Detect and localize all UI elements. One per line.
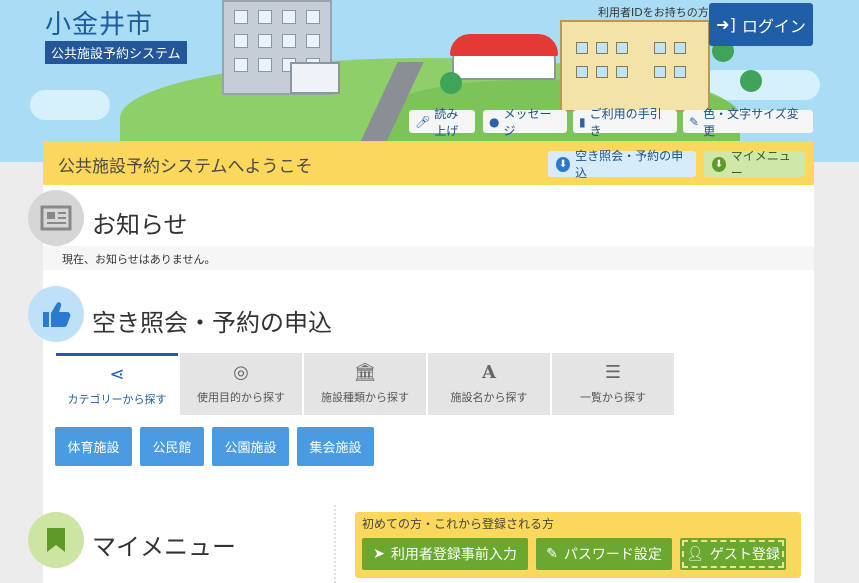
tab-facility-name[interactable]: A 施設名から探す xyxy=(428,353,550,415)
tab-facility-name-label: 施設名から探す xyxy=(450,391,528,404)
color-text-size-button[interactable]: ✎ 色・文字サイズ変更 xyxy=(683,107,813,138)
login-button[interactable]: ➜] ログイン xyxy=(709,3,813,46)
tab-facility-type-label: 施設種類から探す xyxy=(321,391,409,404)
sign-in-icon: ➜] xyxy=(716,15,736,34)
login-label: ログイン xyxy=(741,16,806,36)
search-tabs: ⋖ カテゴリーから探す ◎ 使用目的から探す 🏛︎ 施設種類から探す A 施設名… xyxy=(56,353,674,415)
pencil-icon: ✎ xyxy=(546,546,558,562)
welcome-title: 公共施設予約システムへようこそ xyxy=(58,157,313,177)
tab-purpose[interactable]: ◎ 使用目的から探す xyxy=(180,353,302,415)
guest-registration-button[interactable]: 👤︎ ゲスト登録 xyxy=(680,538,786,570)
password-setting-label: パスワード設定 xyxy=(563,547,662,563)
city-name[interactable]: 小金井市 xyxy=(45,4,153,41)
system-name: 公共施設予約システム xyxy=(45,41,187,64)
tab-category-label: カテゴリーから探す xyxy=(67,392,167,406)
message-button[interactable]: ● メッセージ xyxy=(483,107,567,138)
book-icon: ▮ xyxy=(579,114,586,129)
guide-button[interactable]: ▮ ご利用の手引き xyxy=(573,107,677,138)
mymenu-label: マイメニュー xyxy=(730,149,791,180)
pre-registration-label: 利用者登録事前入力 xyxy=(390,547,517,563)
newspaper-icon xyxy=(28,190,84,246)
guide-label: ご利用の手引き xyxy=(589,106,662,138)
paper-plane-icon: ➤ xyxy=(373,546,385,562)
guest-registration-label: ゲスト登録 xyxy=(709,547,780,563)
share-icon: ⋖ xyxy=(109,363,125,385)
tab-list[interactable]: ☰ 一覧から探す xyxy=(552,353,674,415)
arrow-down-circle-icon: ⬇ xyxy=(712,156,726,172)
microphone-icon: 🎤︎ xyxy=(415,114,431,129)
tab-list-label: 一覧から探す xyxy=(580,391,646,404)
vacancy-search-button[interactable]: ⬇ 空き照会・予約の申込 xyxy=(548,149,696,180)
user-icon: 👤︎ xyxy=(686,546,704,562)
list-icon: ☰ xyxy=(604,362,622,383)
message-label: メッセージ xyxy=(503,106,552,138)
read-aloud-button[interactable]: 🎤︎ 読み上げ xyxy=(409,107,475,138)
notice-message: 現在、お知らせはありません。 xyxy=(62,253,216,266)
arrow-down-circle-icon: ⬇ xyxy=(556,156,571,172)
password-setting-button[interactable]: ✎ パスワード設定 xyxy=(536,538,672,570)
notice-title: お知らせ xyxy=(92,211,188,239)
category-community-hall-button[interactable]: 公民館 xyxy=(140,427,204,466)
tab-purpose-label: 使用目的から探す xyxy=(197,391,285,404)
divider xyxy=(334,505,336,583)
id-holder-note: 利用者IDをお持ちの方 xyxy=(598,6,709,19)
tab-facility-type[interactable]: 🏛︎ 施設種類から探す xyxy=(304,353,426,415)
category-park-button[interactable]: 公園施設 xyxy=(212,427,289,466)
chat-bubble-icon: ● xyxy=(489,114,500,129)
thumbs-up-icon xyxy=(28,286,84,342)
reservation-title: 空き照会・予約の申込 xyxy=(92,309,332,337)
tab-category[interactable]: ⋖ カテゴリーから探す xyxy=(56,353,178,415)
pre-registration-button[interactable]: ➤ 利用者登録事前入力 xyxy=(362,538,528,570)
mymenu-title: マイメニュー xyxy=(92,533,236,561)
category-sports-button[interactable]: 体育施設 xyxy=(55,427,132,466)
registration-heading: 初めての方・これから登録される方 xyxy=(362,517,555,531)
compass-icon: ◎ xyxy=(233,362,249,383)
letter-a-icon: A xyxy=(482,362,496,383)
paintbrush-icon: ✎ xyxy=(689,114,700,129)
read-aloud-label: 読み上げ xyxy=(434,106,459,138)
color-text-size-label: 色・文字サイズ変更 xyxy=(703,106,799,138)
vacancy-search-label: 空き照会・予約の申込 xyxy=(575,149,684,180)
bookmark-icon xyxy=(28,512,84,568)
category-assembly-button[interactable]: 集会施設 xyxy=(297,427,374,466)
mymenu-button[interactable]: ⬇ マイメニュー xyxy=(704,149,805,180)
institution-icon: 🏛︎ xyxy=(353,362,377,383)
